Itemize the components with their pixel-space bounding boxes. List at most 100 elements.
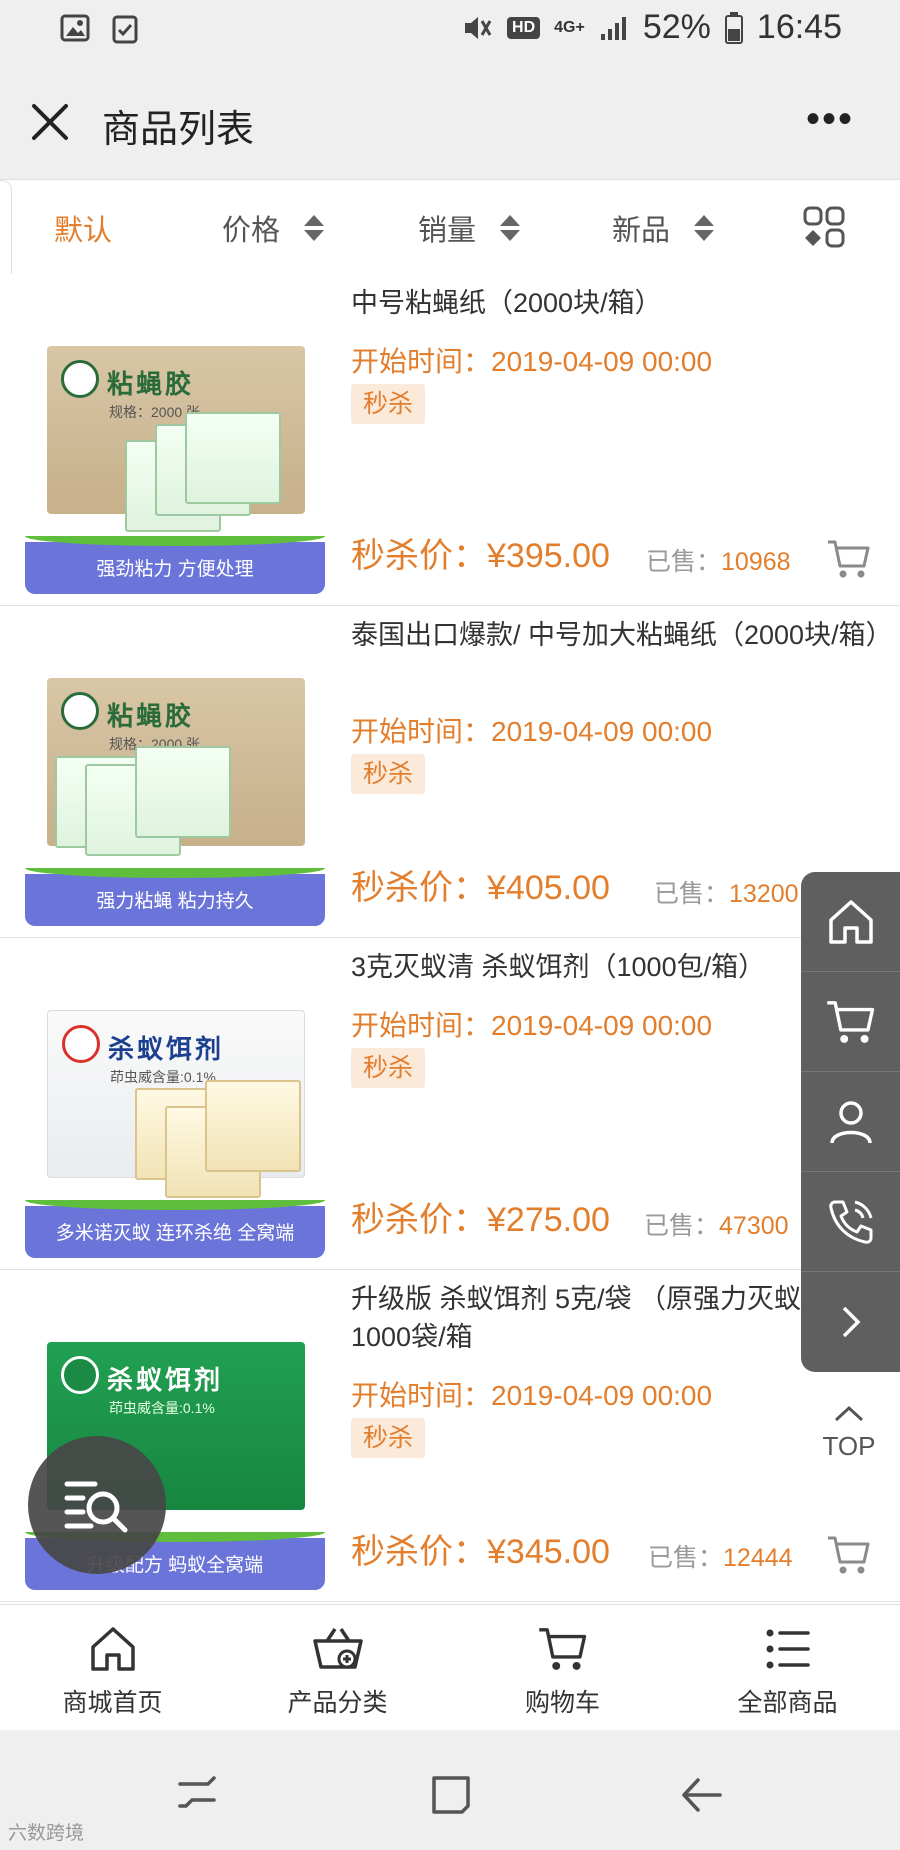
side-phone-button[interactable]: [801, 1172, 900, 1272]
box-sublabel: 茚虫威含量:0.1%: [110, 1069, 216, 1085]
home-icon: [90, 1627, 135, 1671]
product-title[interactable]: 泰国出口爆款/ 中号加大粘蝇纸（2000块/箱）: [351, 616, 893, 654]
packet: [205, 1080, 301, 1172]
brand-logo-icon: [62, 1025, 100, 1063]
sort-arrows-icon: [694, 215, 715, 241]
signal-icon: [600, 16, 626, 40]
sort-bar: 默认 价格 销量 新品: [0, 181, 900, 273]
flash-sale-tag: 秒杀: [351, 754, 426, 794]
sold-count: 已售：10968: [646, 548, 791, 576]
start-time: 开始时间：2019-04-09 00:00: [351, 1380, 713, 1411]
sort-price[interactable]: 价格: [222, 207, 325, 249]
chevron-up-icon: [834, 1405, 864, 1422]
start-time: 开始时间：2019-04-09 00:00: [351, 346, 713, 377]
list-icon: [766, 1629, 810, 1669]
nav-category[interactable]: 产品分类: [225, 1605, 450, 1730]
home-icon: [828, 899, 873, 944]
product-item[interactable]: 杀蚁饵剂 茚虫威含量:0.1% 多米诺灭蚁 连环杀绝 全窝端 3克灭蚁清 杀蚁饵…: [0, 938, 900, 1270]
brand-logo-icon: [61, 692, 99, 730]
nav-all-products-label: 全部商品: [737, 1689, 838, 1717]
sold-count: 已售：12444: [648, 1544, 793, 1572]
flash-sale-tag: 秒杀: [351, 384, 426, 424]
brand-logo-icon: [61, 360, 99, 398]
top-label: TOP: [822, 1431, 876, 1461]
image-banner: 强力粘蝇 粘力持久: [25, 868, 325, 926]
back-to-top-button[interactable]: TOP: [812, 1400, 886, 1462]
clipboard-check-icon: [112, 15, 138, 44]
box-sublabel: 茚虫威含量:0.1%: [109, 1400, 215, 1416]
sold-count: 已售：47300: [644, 1212, 789, 1240]
image-banner-text: 多米诺灭蚁 连环杀绝 全窝端: [55, 1223, 295, 1244]
status-bar: HD 4G+ 52% 16:45: [0, 0, 900, 62]
box-label: 杀蚁饵剂: [108, 1034, 225, 1064]
sort-default[interactable]: 默认: [54, 207, 112, 249]
flash-sale-price: 秒杀价：¥275.00: [351, 1201, 610, 1239]
image-banner-text: 强劲粘力 方便处理: [96, 559, 254, 580]
add-to-cart-icon[interactable]: [826, 536, 872, 582]
box-label: 粘蝇胶: [107, 701, 195, 731]
side-user-button[interactable]: [801, 1072, 900, 1172]
battery-icon: [724, 11, 743, 44]
network-type: 4G+: [554, 18, 585, 36]
cart-icon: [538, 1628, 586, 1670]
page-header: 商品列表 •••: [0, 62, 900, 180]
side-expand-button[interactable]: [801, 1272, 900, 1372]
brand-logo-icon: [61, 1356, 99, 1394]
sort-sales-label: 销量: [418, 215, 477, 247]
back-arrow-icon[interactable]: [676, 1770, 726, 1820]
clock: 16:45: [756, 8, 842, 46]
mute-icon: [465, 16, 492, 39]
watermark: 六数跨境: [8, 1823, 85, 1844]
box-label: 粘蝇胶: [107, 369, 195, 399]
nav-home[interactable]: 商城首页: [0, 1605, 225, 1730]
add-to-cart-icon[interactable]: [826, 1532, 872, 1578]
nav-cart-label: 购物车: [524, 1689, 600, 1717]
flash-sale-price: 秒杀价：¥405.00: [351, 869, 610, 907]
sort-default-label: 默认: [54, 215, 113, 247]
side-home-button[interactable]: [801, 872, 900, 972]
search-menu-fab[interactable]: [28, 1436, 166, 1574]
image-banner: 多米诺灭蚁 连环杀绝 全窝端: [25, 1200, 325, 1258]
flash-sale-tag: 秒杀: [351, 1048, 426, 1088]
side-cart-button[interactable]: [801, 972, 900, 1072]
nav-all-products[interactable]: 全部商品: [675, 1605, 900, 1730]
system-navigation-bar: [0, 1730, 900, 1850]
sort-new-label: 新品: [612, 215, 671, 247]
battery-percent: 52%: [642, 8, 711, 46]
sort-arrows-icon: [500, 215, 521, 241]
product-image[interactable]: 粘蝇胶 规格：2000 张 强劲粘力 方便处理: [25, 294, 325, 594]
image-banner-text: 强力粘蝇 粘力持久: [96, 891, 254, 912]
packet: [135, 746, 231, 838]
nav-cart[interactable]: 购物车: [450, 1605, 675, 1730]
page-title: 商品列表: [102, 109, 255, 151]
product-image[interactable]: 杀蚁饵剂 茚虫威含量:0.1% 多米诺灭蚁 连环杀绝 全窝端: [25, 958, 325, 1258]
sort-new[interactable]: 新品: [612, 207, 715, 249]
product-title[interactable]: 中号粘蝇纸（2000块/箱）: [351, 284, 881, 322]
home-square-icon[interactable]: [426, 1770, 476, 1820]
recent-apps-icon[interactable]: [172, 1770, 222, 1820]
gallery-icon: [60, 14, 90, 42]
hd-badge: HD: [507, 16, 541, 39]
product-item[interactable]: 粘蝇胶 规格：2000 张 强劲粘力 方便处理 中号粘蝇纸（2000块/箱） 开…: [0, 274, 900, 606]
chevron-right-icon: [842, 1306, 860, 1338]
product-item[interactable]: 粘蝇胶 规格：2000 张 强力粘蝇 粘力持久 泰国出口爆款/ 中号加大粘蝇纸（…: [0, 606, 900, 938]
grid-view-icon[interactable]: [802, 205, 846, 249]
sort-price-label: 价格: [222, 215, 281, 247]
close-icon[interactable]: [26, 98, 74, 146]
start-time: 开始时间：2019-04-09 00:00: [351, 716, 713, 747]
basket-icon: [312, 1628, 363, 1669]
packet: [185, 412, 281, 504]
more-menu-button[interactable]: •••: [806, 99, 854, 139]
flash-sale-price: 秒杀价：¥395.00: [351, 537, 610, 575]
sort-sales[interactable]: 销量: [418, 207, 521, 249]
phone-icon: [828, 1200, 872, 1244]
sort-arrows-icon: [304, 215, 325, 241]
user-icon: [829, 1100, 872, 1143]
sold-count: 已售：13200: [654, 880, 799, 908]
start-time: 开始时间：2019-04-09 00:00: [351, 1010, 713, 1041]
floating-side-menu: [801, 872, 900, 1372]
image-banner: 强劲粘力 方便处理: [25, 536, 325, 594]
flash-sale-price: 秒杀价：¥345.00: [351, 1533, 610, 1571]
bottom-navigation: 商城首页 产品分类 购物车 全部商品: [0, 1604, 900, 1730]
product-image[interactable]: 粘蝇胶 规格：2000 张 强力粘蝇 粘力持久: [25, 626, 325, 926]
